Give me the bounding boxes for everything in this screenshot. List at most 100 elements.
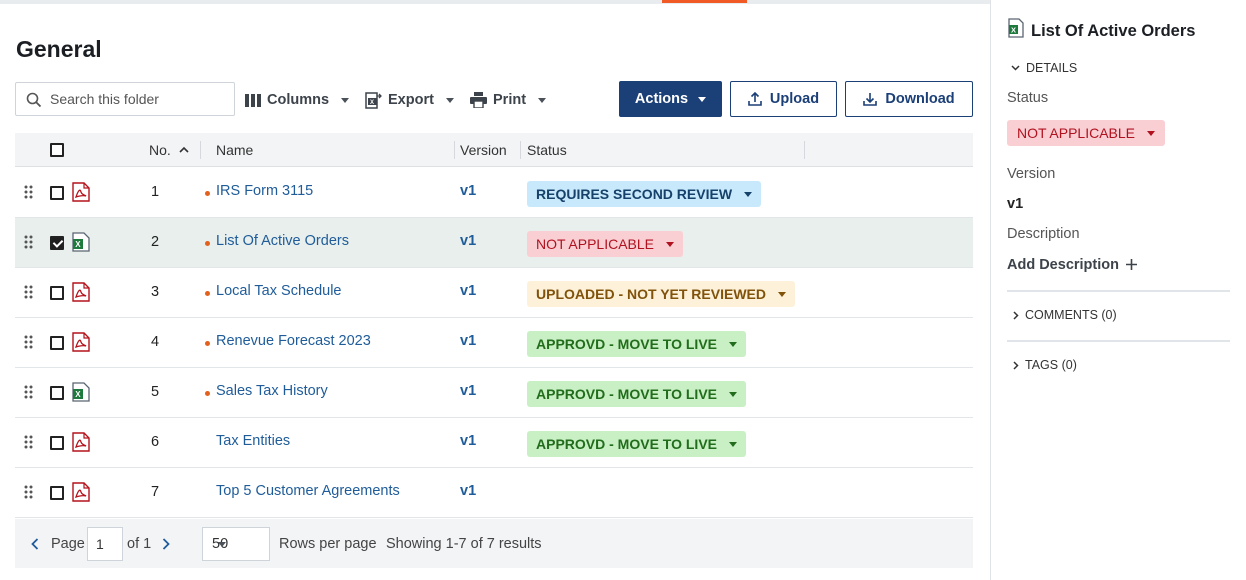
- status-dropdown[interactable]: NOT APPLICABLE: [527, 231, 684, 257]
- column-separator: [454, 141, 455, 159]
- row-checkbox[interactable]: [50, 336, 64, 350]
- table-row[interactable]: 1 IRS Form 3115 v1 REQUIRES SECOND REVIEW: [15, 168, 973, 218]
- row-checkbox[interactable]: [50, 286, 64, 300]
- rows-per-page-label: Rows per page: [279, 536, 377, 552]
- select-all-checkbox[interactable]: [50, 143, 64, 157]
- export-button[interactable]: X Export: [365, 88, 454, 112]
- column-separator: [200, 141, 201, 159]
- pdf-file-icon: [72, 482, 90, 502]
- status-text: APPROVD - MOVE TO LIVE: [536, 336, 717, 352]
- unread-indicator-dot: [205, 291, 210, 296]
- version-link[interactable]: v1: [460, 433, 476, 449]
- download-icon: [863, 93, 878, 106]
- tags-label: TAGS (0): [1025, 358, 1077, 372]
- document-name-link[interactable]: Renevue Forecast 2023: [216, 333, 371, 349]
- row-checkbox[interactable]: [50, 436, 64, 450]
- actions-button[interactable]: Actions: [619, 81, 722, 117]
- status-dropdown[interactable]: APPROVD - MOVE TO LIVE: [527, 431, 746, 457]
- download-label: Download: [885, 91, 955, 107]
- chevron-down-icon: [445, 97, 454, 103]
- table-row[interactable]: 6 Tax Entities v1 APPROVD - MOVE TO LIVE: [15, 418, 973, 468]
- status-dropdown[interactable]: REQUIRES SECOND REVIEW: [527, 181, 762, 207]
- document-name-link[interactable]: Sales Tax History: [216, 383, 328, 399]
- description-label: Description: [1007, 226, 1080, 242]
- table-row[interactable]: 7 Top 5 Customer Agreements v1: [15, 468, 973, 518]
- pdf-file-icon: [72, 282, 90, 302]
- drag-handle-icon[interactable]: [24, 185, 33, 199]
- row-checkbox[interactable]: [50, 236, 64, 250]
- row-number: 3: [151, 284, 160, 300]
- print-button[interactable]: Print: [470, 88, 547, 112]
- upload-button[interactable]: Upload: [730, 81, 837, 117]
- row-checkbox[interactable]: [50, 386, 64, 400]
- table-row[interactable]: 4 Renevue Forecast 2023 v1 APPROVD - MOVE T…: [15, 318, 973, 368]
- header-version[interactable]: Version: [460, 142, 507, 158]
- rows-per-page-select[interactable]: 50: [202, 527, 270, 561]
- details-section-toggle[interactable]: DETAILS: [1011, 61, 1077, 75]
- divider: [1007, 290, 1230, 292]
- chevron-right-icon: [1013, 360, 1019, 370]
- version-link[interactable]: v1: [460, 283, 476, 299]
- excel-file-icon: X: [1008, 18, 1024, 38]
- chevron-down-icon: [777, 291, 786, 297]
- page-number-input[interactable]: [87, 527, 123, 561]
- comments-section-toggle[interactable]: COMMENTS (0): [1013, 308, 1117, 322]
- drag-handle-icon[interactable]: [24, 485, 33, 499]
- document-name-link[interactable]: IRS Form 3115: [216, 183, 313, 199]
- columns-button[interactable]: Columns: [245, 88, 350, 112]
- row-number: 6: [151, 434, 160, 450]
- drag-handle-icon[interactable]: [24, 435, 33, 449]
- search-box[interactable]: [15, 82, 235, 116]
- table-row[interactable]: X 5 Sales Tax History v1 APPROVD - MOVE TO L…: [15, 368, 973, 418]
- tags-section-toggle[interactable]: TAGS (0): [1013, 358, 1077, 372]
- add-description-button[interactable]: Add Description: [1007, 257, 1138, 273]
- version-link[interactable]: v1: [460, 483, 476, 499]
- version-link[interactable]: v1: [460, 233, 476, 249]
- chevron-down-icon: [729, 341, 737, 347]
- table-row[interactable]: 3 Local Tax Schedule v1 UPLOADED - NOT YET …: [15, 268, 973, 318]
- version-link[interactable]: v1: [460, 383, 476, 399]
- version-link[interactable]: v1: [460, 183, 476, 199]
- sort-ascending-icon[interactable]: [179, 146, 189, 153]
- columns-label: Columns: [267, 92, 330, 108]
- table-header: No. Name Version Status: [15, 133, 973, 167]
- document-name-link[interactable]: Tax Entities: [216, 433, 290, 449]
- document-name-link[interactable]: List Of Active Orders: [216, 233, 349, 249]
- download-button[interactable]: Download: [845, 81, 973, 117]
- version-link[interactable]: v1: [460, 333, 476, 349]
- actions-label: Actions: [634, 91, 689, 107]
- chevron-left-icon[interactable]: [31, 538, 39, 550]
- search-input[interactable]: [48, 84, 228, 114]
- svg-text:X: X: [75, 240, 81, 249]
- status-text: UPLOADED - NOT YET REVIEWED: [536, 286, 766, 302]
- pdf-file-icon: [72, 332, 90, 352]
- header-status[interactable]: Status: [527, 142, 567, 158]
- row-checkbox[interactable]: [50, 486, 64, 500]
- row-number: 2: [151, 234, 160, 250]
- unread-indicator-dot: [205, 391, 210, 396]
- drag-handle-icon[interactable]: [24, 285, 33, 299]
- status-dropdown[interactable]: UPLOADED - NOT YET REVIEWED: [527, 281, 795, 307]
- details-label: DETAILS: [1026, 61, 1078, 75]
- header-no[interactable]: No.: [149, 142, 171, 158]
- status-dropdown[interactable]: APPROVD - MOVE TO LIVE: [527, 381, 746, 407]
- drag-handle-icon[interactable]: [24, 385, 33, 399]
- upload-label: Upload: [769, 91, 820, 107]
- search-icon: [26, 92, 42, 108]
- status-dropdown[interactable]: APPROVD - MOVE TO LIVE: [527, 331, 746, 357]
- document-name-link[interactable]: Local Tax Schedule: [216, 283, 342, 299]
- page-count-label: of 1: [127, 536, 152, 552]
- plus-icon: [1126, 259, 1138, 270]
- header-name[interactable]: Name: [216, 142, 253, 158]
- chevron-right-icon[interactable]: [162, 538, 170, 550]
- document-name-link[interactable]: Top 5 Customer Agreements: [216, 483, 400, 499]
- drag-handle-icon[interactable]: [24, 235, 33, 249]
- chevron-down-icon: [698, 96, 707, 102]
- results-summary: Showing 1-7 of 7 results: [386, 536, 542, 552]
- status-badge[interactable]: NOT APPLICABLE: [1007, 120, 1166, 146]
- row-checkbox[interactable]: [50, 186, 64, 200]
- drag-handle-icon[interactable]: [24, 335, 33, 349]
- table-row[interactable]: X 2 List Of Active Orders v1 NOT APPLICABLE: [15, 218, 973, 268]
- page-title: General: [16, 36, 102, 62]
- active-tab-indicator: [662, 0, 747, 3]
